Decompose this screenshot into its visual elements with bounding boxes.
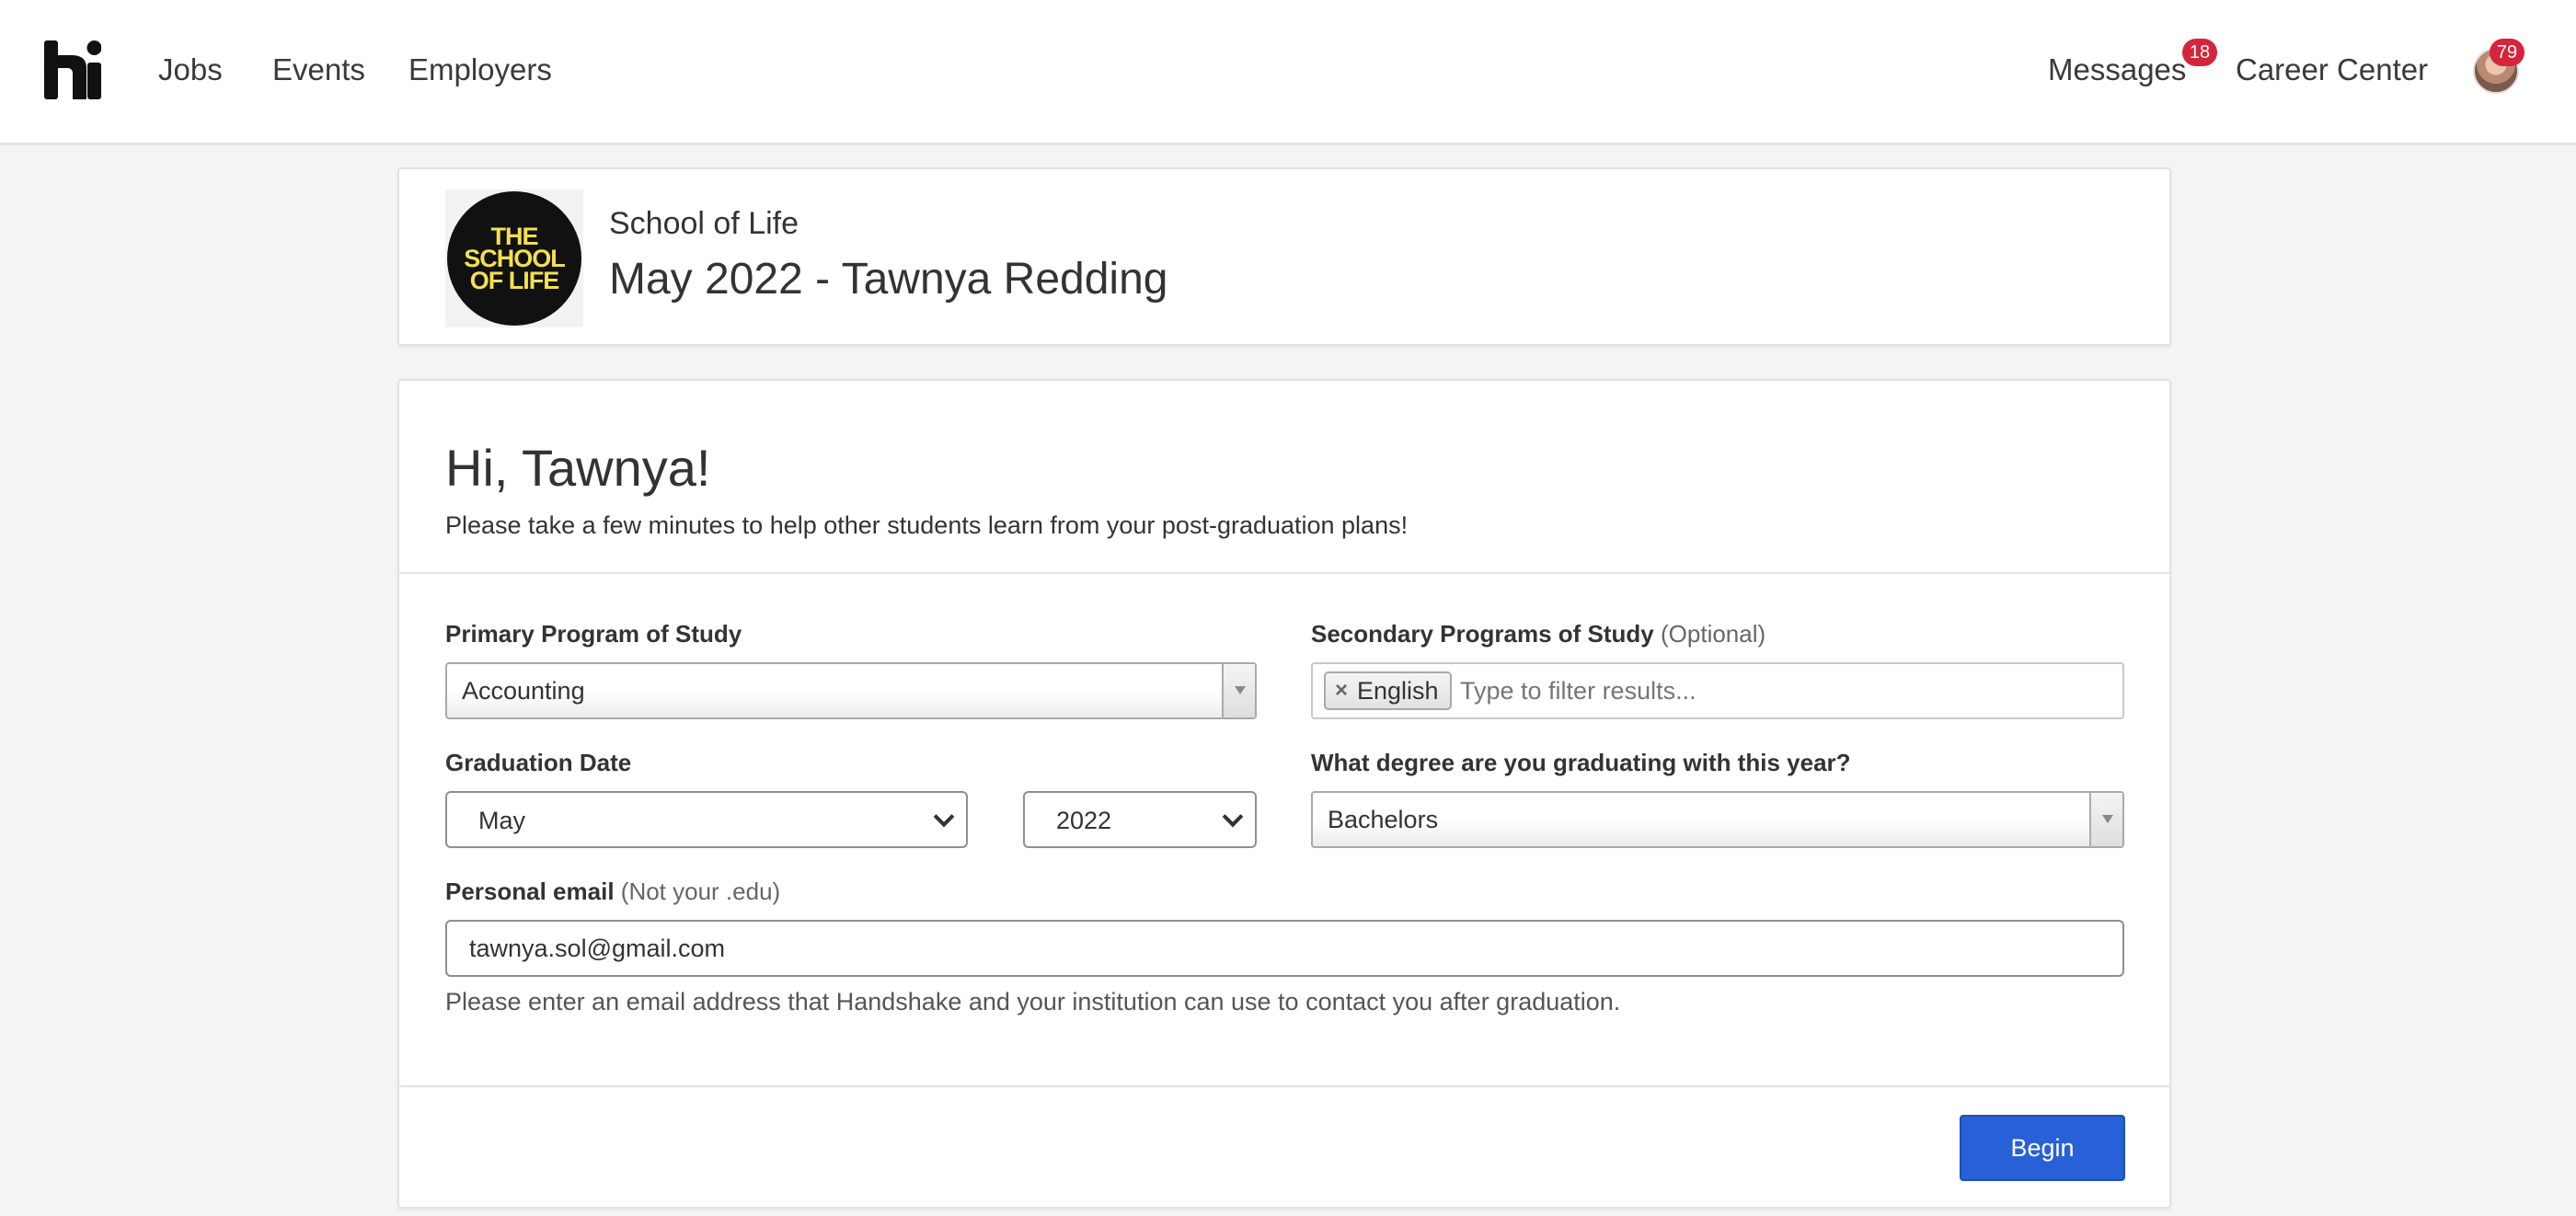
- graduation-date-label-text: Graduation Date: [445, 749, 632, 776]
- primary-program-select[interactable]: Accounting: [445, 662, 1257, 719]
- survey-header-card: THE SCHOOL OF LIFE School of Life May 20…: [397, 167, 2171, 346]
- secondary-programs-filter-input[interactable]: [1460, 677, 1920, 706]
- nav-employers-link[interactable]: Employers: [408, 50, 552, 90]
- degree-select[interactable]: Bachelors: [1311, 791, 2124, 848]
- primary-program-label: Primary Program of Study: [445, 620, 742, 648]
- email-note: (Not your .edu): [620, 878, 781, 905]
- nav-messages-link[interactable]: Messages: [2048, 50, 2186, 90]
- top-nav: Jobs Events Employers Messages 18 Career…: [0, 0, 2576, 145]
- school-logo: THE SCHOOL OF LIFE: [445, 189, 583, 327]
- chevron-down-icon: [1222, 806, 1244, 828]
- nav-career-center-link[interactable]: Career Center: [2236, 50, 2428, 90]
- graduation-year-value: 2022: [1056, 807, 1112, 834]
- selected-program-tag-label: English: [1357, 677, 1439, 705]
- degree-label: What degree are you graduating with this…: [1311, 749, 1851, 777]
- survey-form-card: Hi, Tawnya! Please take a few minutes to…: [397, 379, 2171, 1209]
- greeting-heading: Hi, Tawnya!: [445, 439, 711, 497]
- messages-count-badge: 18: [2182, 39, 2217, 66]
- degree-value: Bachelors: [1328, 806, 1439, 833]
- school-logo-line: OF LIFE: [469, 267, 559, 294]
- optional-note: (Optional): [1661, 620, 1766, 648]
- footer-divider: [399, 1085, 2169, 1087]
- handshake-logo[interactable]: [44, 37, 101, 99]
- avatar-notification-badge: 79: [2490, 39, 2524, 66]
- chevron-down-icon: [933, 806, 955, 828]
- primary-program-value: Accounting: [462, 677, 585, 705]
- begin-button[interactable]: Begin: [1960, 1115, 2125, 1181]
- intro-text: Please take a few minutes to help other …: [445, 511, 1409, 539]
- secondary-programs-multiselect[interactable]: × English: [1311, 662, 2124, 719]
- personal-email-label: Personal email (Not your .edu): [445, 878, 780, 906]
- email-help-text: Please enter an email address that Hands…: [445, 988, 1621, 1015]
- secondary-programs-label-text: Secondary Programs of Study: [1311, 620, 1654, 648]
- nav-jobs-link[interactable]: Jobs: [158, 50, 223, 90]
- personal-email-label-text: Personal email: [445, 878, 615, 905]
- nav-events-link[interactable]: Events: [272, 50, 365, 90]
- primary-program-label-text: Primary Program of Study: [445, 620, 742, 648]
- school-logo-mark: THE SCHOOL OF LIFE: [447, 191, 581, 326]
- degree-label-text: What degree are you graduating with this…: [1311, 749, 1851, 776]
- school-name: School of Life: [609, 206, 799, 241]
- survey-title: May 2022 - Tawnya Redding: [609, 255, 1168, 304]
- remove-tag-icon[interactable]: ×: [1335, 673, 1348, 708]
- secondary-programs-label: Secondary Programs of Study (Optional): [1311, 620, 1765, 648]
- graduation-date-label: Graduation Date: [445, 749, 631, 777]
- section-divider: [399, 572, 2169, 574]
- graduation-month-value: May: [478, 807, 526, 834]
- graduation-month-select[interactable]: May: [445, 791, 968, 848]
- personal-email-input[interactable]: [445, 920, 2124, 977]
- dropdown-arrow-icon[interactable]: [1222, 664, 1255, 717]
- graduation-year-select[interactable]: 2022: [1023, 791, 1257, 848]
- dropdown-arrow-icon[interactable]: [2089, 793, 2122, 846]
- selected-program-tag: × English: [1324, 671, 1452, 710]
